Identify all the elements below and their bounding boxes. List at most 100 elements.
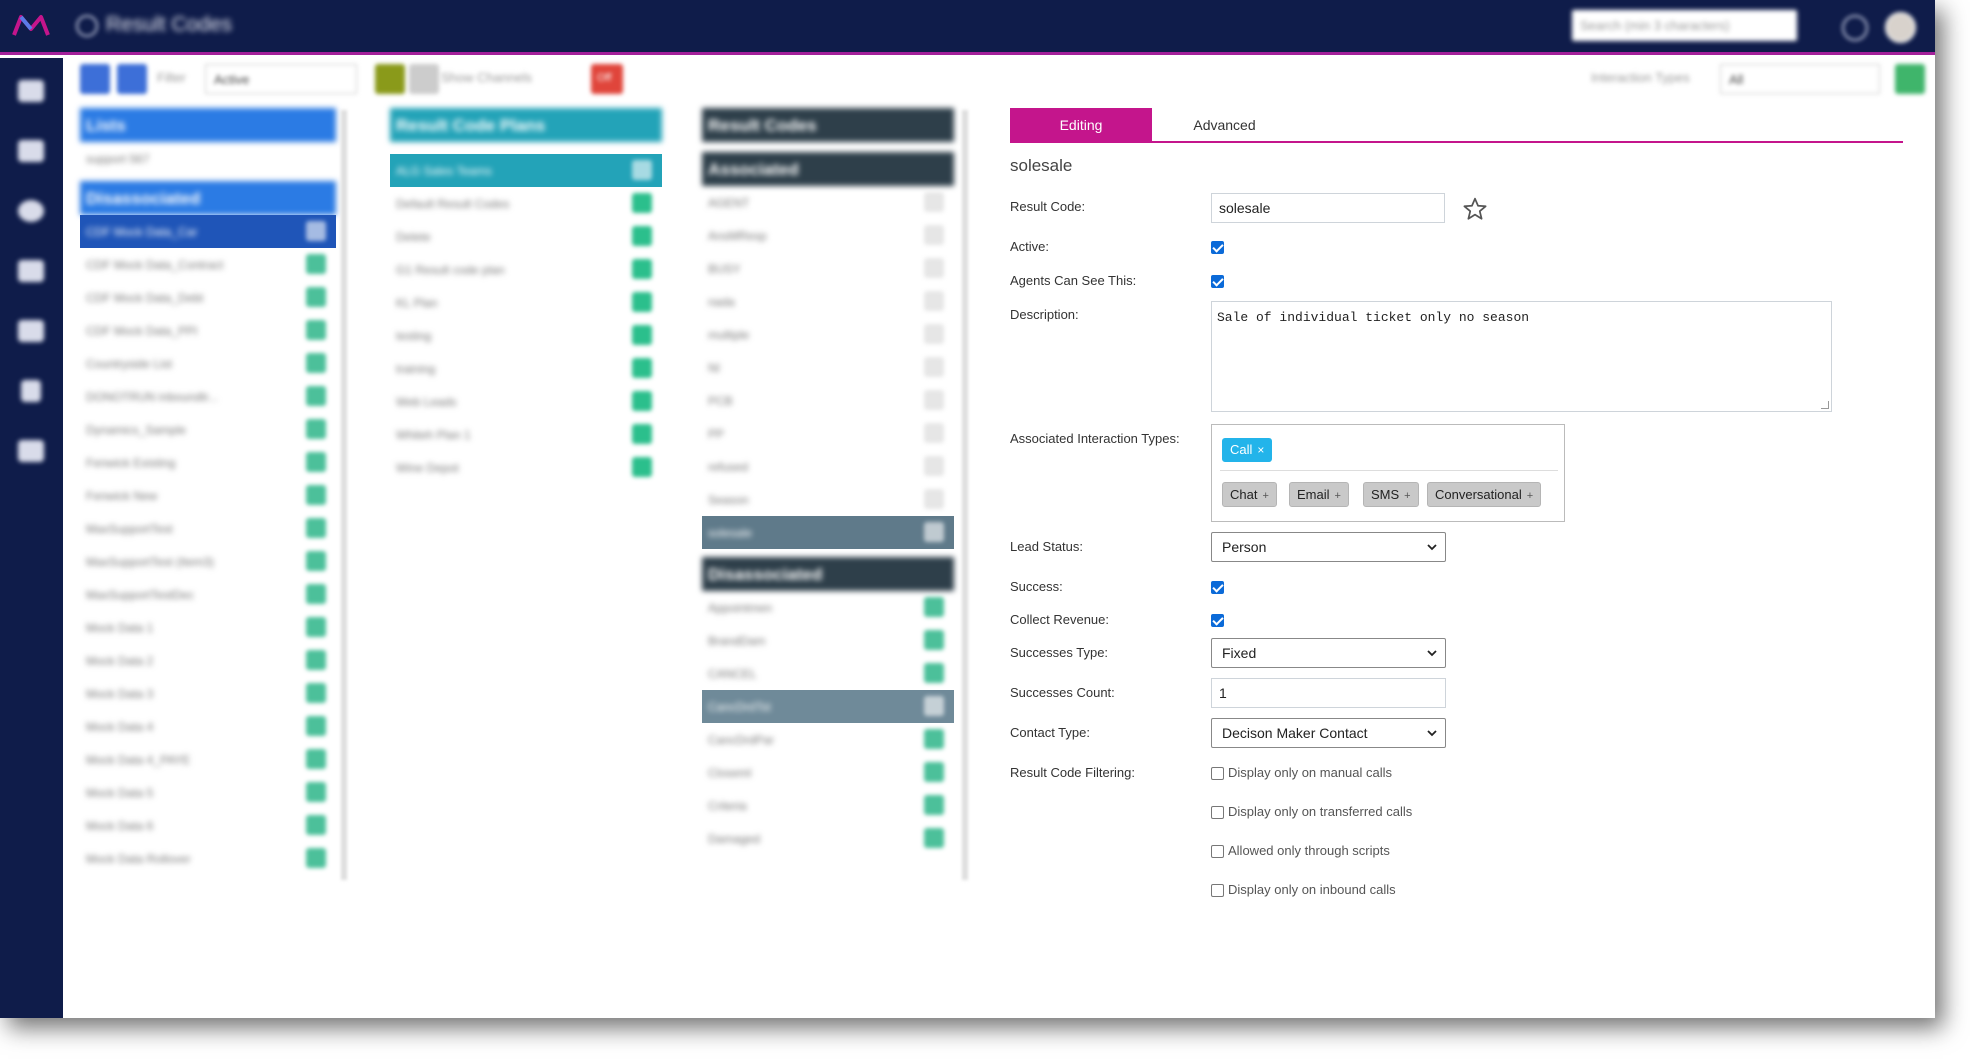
list-item[interactable]: Dynamics_Sample xyxy=(80,413,336,446)
list-item[interactable]: AGENT xyxy=(702,186,954,219)
avatar[interactable] xyxy=(1885,12,1916,43)
list-item[interactable]: Mock Data 2 xyxy=(80,644,336,677)
filter-inbound-checkbox[interactable] xyxy=(1211,884,1224,897)
checkbox-icon[interactable] xyxy=(924,390,944,410)
list-item[interactable]: Default Result Codes xyxy=(390,187,662,220)
successes-type-select[interactable]: Fixed xyxy=(1211,638,1446,668)
associate-icon[interactable] xyxy=(306,320,326,340)
edit-icon[interactable] xyxy=(632,259,652,279)
list-item[interactable]: nada xyxy=(702,285,954,318)
associate-icon[interactable] xyxy=(924,630,944,650)
active-checkbox[interactable] xyxy=(1211,241,1224,254)
list-item[interactable]: Wine Depot xyxy=(390,451,662,484)
list-item[interactable]: Season xyxy=(702,483,954,516)
list-item[interactable]: DONOTRUN inboundtr... xyxy=(80,380,336,413)
filter-transferred-checkbox[interactable] xyxy=(1211,806,1224,819)
edit-icon[interactable] xyxy=(632,292,652,312)
checkbox-icon[interactable] xyxy=(924,291,944,311)
list-item[interactable]: ALG Sales Teams xyxy=(390,154,662,187)
list-item[interactable]: Fenwick New xyxy=(80,479,336,512)
associate-icon[interactable] xyxy=(306,254,326,274)
favorite-star-icon[interactable] xyxy=(1462,196,1488,222)
document-icon[interactable] xyxy=(21,380,41,402)
checkbox-icon[interactable] xyxy=(924,522,944,542)
edit-icon[interactable] xyxy=(632,193,652,213)
lead-status-select[interactable]: Person xyxy=(1211,532,1446,562)
associate-icon[interactable] xyxy=(306,683,326,703)
list-item[interactable]: Countryside List xyxy=(80,347,336,380)
clear-filter-button[interactable] xyxy=(409,64,439,94)
checkbox-icon[interactable] xyxy=(924,423,944,443)
chip-conversational[interactable]: Conversational + xyxy=(1427,482,1542,507)
interaction-types-picker[interactable]: Call × Chat + Email + SMS + Conversational + xyxy=(1211,424,1565,522)
associate-icon[interactable] xyxy=(306,221,326,241)
funnel-icon[interactable] xyxy=(375,64,405,94)
list-item[interactable]: Mock Data 5 xyxy=(80,776,336,809)
description-textarea[interactable]: Sale of individual ticket only no season xyxy=(1211,301,1832,412)
list-item[interactable]: Closeml xyxy=(702,756,954,789)
list-item[interactable]: solesale xyxy=(702,516,954,549)
checkbox-icon[interactable] xyxy=(924,489,944,509)
associate-icon[interactable] xyxy=(924,729,944,749)
filter-select[interactable]: Active xyxy=(205,64,357,94)
list-item[interactable]: Mock Data Rollover xyxy=(80,842,336,875)
list-view-button[interactable] xyxy=(80,64,110,94)
tab-advanced[interactable]: Advanced xyxy=(1152,108,1297,142)
list-item[interactable]: Mock Data 4_PAYE xyxy=(80,743,336,776)
checkbox-icon[interactable] xyxy=(924,192,944,212)
checkbox-icon[interactable] xyxy=(924,225,944,245)
edit-icon[interactable] xyxy=(632,457,652,477)
list-item[interactable]: CancDrdTst xyxy=(702,690,954,723)
edit-icon[interactable] xyxy=(632,325,652,345)
checkbox-icon[interactable] xyxy=(924,357,944,377)
list-item[interactable]: Mock Data 3 xyxy=(80,677,336,710)
list-item[interactable]: BUSY xyxy=(702,252,954,285)
associate-icon[interactable] xyxy=(306,452,326,472)
list-item[interactable]: Mock Data 6 xyxy=(80,809,336,842)
result-code-input[interactable]: solesale xyxy=(1211,193,1445,223)
list-item[interactable]: Criteria xyxy=(702,789,954,822)
settings-icon[interactable] xyxy=(18,440,44,462)
agents-can-see-checkbox[interactable] xyxy=(1211,275,1224,288)
edit-icon[interactable] xyxy=(632,226,652,246)
list-item[interactable]: Damaged xyxy=(702,822,954,855)
list-item[interactable]: training xyxy=(390,352,662,385)
grid-icon[interactable] xyxy=(18,140,44,162)
associate-icon[interactable] xyxy=(306,518,326,538)
associate-icon[interactable] xyxy=(306,485,326,505)
edit-icon[interactable] xyxy=(632,358,652,378)
list-item[interactable]: CDF Mock Data_Car xyxy=(80,215,336,248)
resize-grip-icon[interactable] xyxy=(1821,401,1829,409)
dashboard-icon[interactable] xyxy=(18,200,44,222)
list-item[interactable]: CDF Mock Data_Debt xyxy=(80,281,336,314)
brand-logo-icon[interactable] xyxy=(12,13,50,39)
associate-icon[interactable] xyxy=(924,762,944,782)
associate-icon[interactable] xyxy=(306,650,326,670)
list-item[interactable]: CDF Mock Data_Contract xyxy=(80,248,336,281)
associate-icon[interactable] xyxy=(924,663,944,683)
list-item[interactable]: multiple xyxy=(702,318,954,351)
edit-icon[interactable] xyxy=(632,160,652,180)
list-item[interactable]: MaxSupportTest (Item3) xyxy=(80,545,336,578)
list-item[interactable]: support 567 xyxy=(80,142,336,175)
list-item[interactable]: BrandDam xyxy=(702,624,954,657)
associate-icon[interactable] xyxy=(306,716,326,736)
associate-icon[interactable] xyxy=(924,795,944,815)
list-item[interactable]: CancDrdPar xyxy=(702,723,954,756)
checkbox-icon[interactable] xyxy=(924,456,944,476)
collect-revenue-checkbox[interactable] xyxy=(1211,614,1224,627)
show-channels-toggle[interactable]: Off xyxy=(591,64,623,94)
list-item[interactable]: Mock Data 1 xyxy=(80,611,336,644)
interaction-types-select[interactable]: All xyxy=(1720,64,1880,94)
remove-chip-icon[interactable]: × xyxy=(1257,443,1264,457)
associate-icon[interactable] xyxy=(306,848,326,868)
list-item[interactable]: testing xyxy=(390,319,662,352)
list-item[interactable]: Fenwick Existing xyxy=(80,446,336,479)
associate-icon[interactable] xyxy=(924,597,944,617)
list-item[interactable]: Appointmen xyxy=(702,591,954,624)
inbox-icon[interactable] xyxy=(18,80,44,102)
list-item[interactable]: PP xyxy=(702,417,954,450)
list-item[interactable]: G1 Result code plan xyxy=(390,253,662,286)
list-item[interactable]: CDF Mock Data_PPI xyxy=(80,314,336,347)
list-item[interactable]: MaxSupportTest xyxy=(80,512,336,545)
